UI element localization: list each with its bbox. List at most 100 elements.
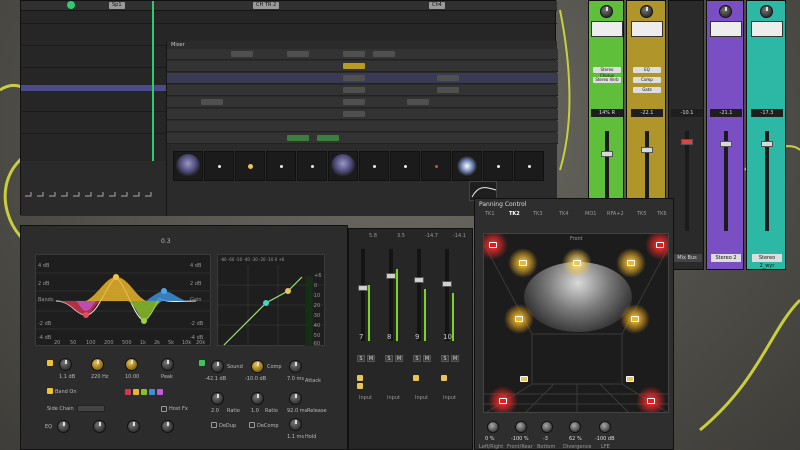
pan-readout[interactable]: -10.1 <box>671 109 703 117</box>
hold-knob[interactable] <box>289 418 302 431</box>
fader-cap[interactable] <box>414 277 424 283</box>
eq-thumbnail[interactable] <box>710 21 742 37</box>
pan-readout[interactable]: -17.3 <box>751 109 783 117</box>
panning-room-view[interactable]: Front <box>483 233 669 413</box>
pan-pad[interactable] <box>483 151 513 181</box>
band-select-4[interactable] <box>149 389 155 395</box>
volume-fader[interactable] <box>386 249 396 341</box>
band-on-toggle[interactable] <box>47 388 53 394</box>
tab-tk1[interactable]: TK1 <box>485 211 495 217</box>
sidechain-knob-3[interactable] <box>127 420 140 433</box>
insert-label[interactable]: Comp <box>633 77 661 83</box>
strip-name[interactable]: Stereo 2 <box>711 254 741 262</box>
attack-knob[interactable] <box>289 360 302 373</box>
pan-readout[interactable]: -22.1 <box>631 109 663 117</box>
speaker-icon[interactable] <box>499 398 507 404</box>
front-rear-knob[interactable] <box>515 421 527 433</box>
speaker-icon[interactable] <box>573 260 581 266</box>
pan-pad[interactable] <box>452 151 482 181</box>
send-slot[interactable] <box>437 75 459 81</box>
pan-pad[interactable] <box>514 151 544 181</box>
fader-cap[interactable] <box>442 281 452 287</box>
insert-slot[interactable] <box>201 99 223 105</box>
tab-tk3[interactable]: TK3 <box>533 211 543 217</box>
lfe-knob[interactable] <box>599 421 611 433</box>
band-select-2[interactable] <box>133 389 139 395</box>
marker[interactable]: Ch4 <box>429 2 445 9</box>
solo-button[interactable]: S <box>441 355 449 362</box>
band-select-5[interactable] <box>157 389 163 395</box>
selected-track-band[interactable] <box>21 85 166 91</box>
insert-slot[interactable] <box>343 111 365 117</box>
send-slot[interactable] <box>343 63 365 69</box>
gain-knob[interactable] <box>719 5 732 18</box>
bottom-knob[interactable] <box>541 421 553 433</box>
pan-pad[interactable] <box>235 151 265 181</box>
send-slot[interactable] <box>287 51 309 57</box>
gain-knob[interactable] <box>59 358 72 371</box>
insert-slot[interactable] <box>407 99 429 105</box>
speaker-icon[interactable] <box>626 376 634 382</box>
pan-pad[interactable] <box>173 151 203 181</box>
insert-slot[interactable] <box>317 135 339 141</box>
automation-icons[interactable] <box>21 186 166 206</box>
mute-button[interactable]: M <box>451 355 459 362</box>
send-label[interactable]: Stereo Chorus <box>593 67 621 78</box>
fader-cap[interactable] <box>601 151 613 157</box>
freq-knob[interactable] <box>91 358 104 371</box>
eq-thumbnail[interactable] <box>751 21 783 37</box>
sidechain-knob-4[interactable] <box>161 420 174 433</box>
pan-pad[interactable] <box>421 151 451 181</box>
decomp-checkbox[interactable] <box>249 422 255 428</box>
eq-thumbnail[interactable] <box>631 21 663 37</box>
pan-pad[interactable] <box>266 151 296 181</box>
side-chain-select[interactable] <box>77 405 105 412</box>
send-slot[interactable] <box>343 75 365 81</box>
send-slot[interactable] <box>373 51 395 57</box>
timeline-ruler[interactable]: Sp1 CH TR 2 Ch4 <box>21 1 557 11</box>
send-label[interactable]: Stereo Verb <box>593 77 621 83</box>
volume-fader[interactable] <box>761 131 773 231</box>
sidechain-knob-2[interactable] <box>93 420 106 433</box>
mute-button[interactable]: M <box>423 355 431 362</box>
insert-slot[interactable] <box>343 99 365 105</box>
tab-tk4[interactable]: TK4 <box>559 211 569 217</box>
ratio-knob-1[interactable] <box>211 392 224 405</box>
pan-pad[interactable] <box>390 151 420 181</box>
comp-knob[interactable] <box>251 360 264 373</box>
fader-cap[interactable] <box>761 141 773 147</box>
speaker-icon[interactable] <box>631 316 639 322</box>
speaker-icon[interactable] <box>489 242 497 248</box>
insert-slot[interactable] <box>287 135 309 141</box>
release-knob[interactable] <box>289 392 302 405</box>
gain-knob[interactable] <box>600 5 613 18</box>
pan-pad[interactable] <box>297 151 327 181</box>
gain-knob[interactable] <box>640 5 653 18</box>
peak-knob[interactable] <box>161 358 174 371</box>
sidechain-knob-1[interactable] <box>57 420 70 433</box>
insert-label[interactable]: EQ <box>633 67 661 73</box>
fader-cap[interactable] <box>386 273 396 279</box>
band-color-swatch[interactable] <box>47 360 53 366</box>
volume-fader[interactable] <box>442 249 452 341</box>
volume-fader[interactable] <box>681 131 693 231</box>
fader-cap[interactable] <box>358 285 368 291</box>
playhead-handle[interactable] <box>67 1 75 9</box>
tab-tk2[interactable]: TK2 <box>509 211 520 217</box>
insert-label[interactable]: Gate <box>633 87 661 93</box>
marker[interactable]: Sp1 <box>109 2 125 9</box>
tab-mo1[interactable]: MO1 <box>585 211 596 217</box>
mute-button[interactable]: M <box>367 355 375 362</box>
send-slot[interactable] <box>343 51 365 57</box>
tab-tk6[interactable]: TK6 <box>657 211 667 217</box>
host-fx-checkbox[interactable] <box>161 406 167 412</box>
pan-pad[interactable] <box>328 151 358 181</box>
tab-rfa2[interactable]: RFA+2 <box>607 211 624 217</box>
strip-name[interactable]: Stereo 2_wyr <box>752 254 782 269</box>
pan-pad[interactable] <box>204 151 234 181</box>
ratio-knob-2[interactable] <box>251 392 264 405</box>
send-slot[interactable] <box>343 87 365 93</box>
mute-button[interactable]: M <box>395 355 403 362</box>
eq-thumbnail[interactable] <box>591 21 623 37</box>
send-slot[interactable] <box>437 87 459 93</box>
